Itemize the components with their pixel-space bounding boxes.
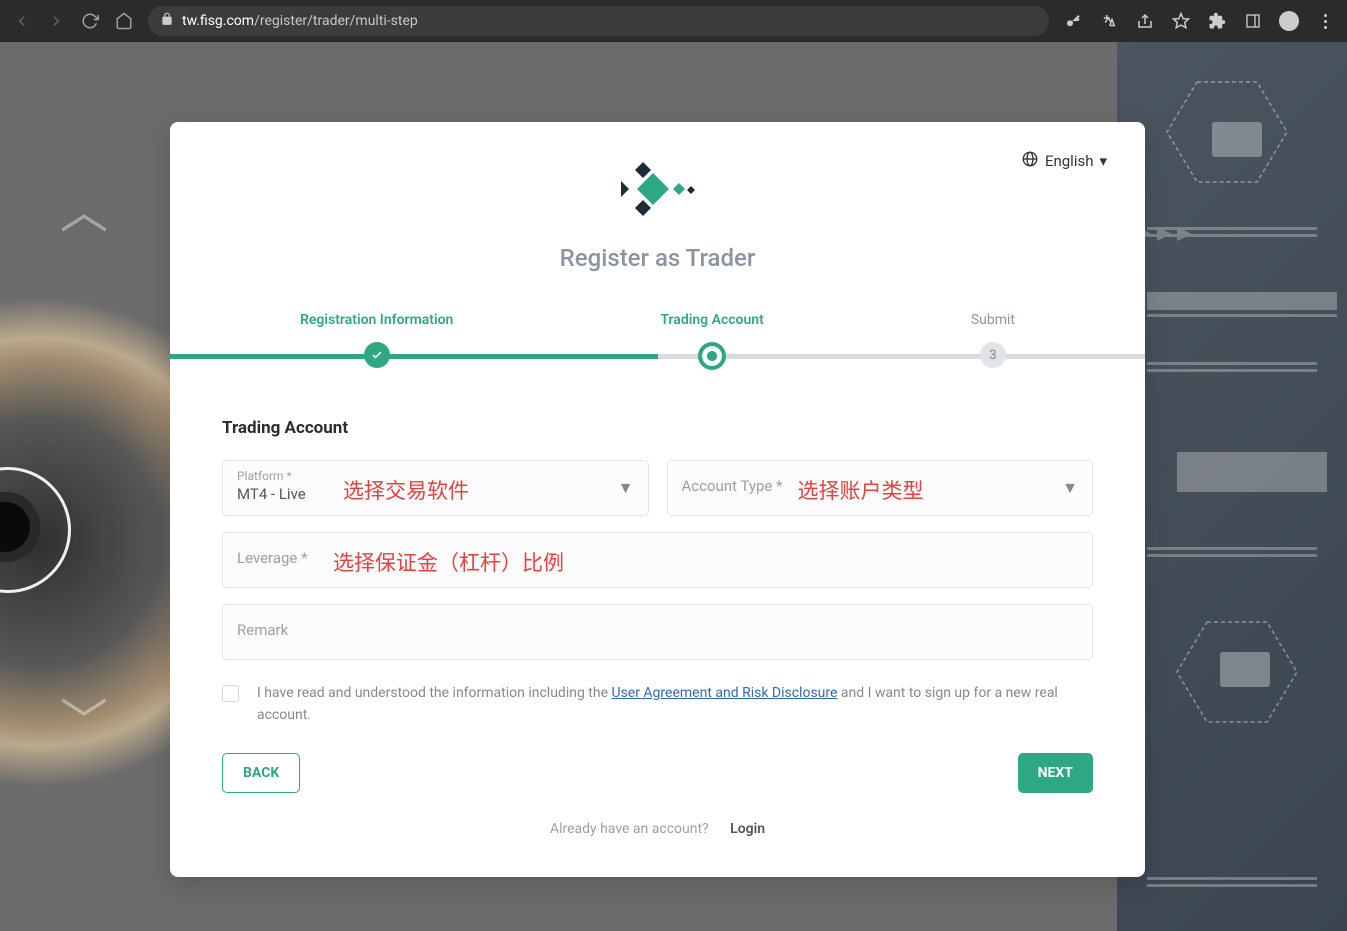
url-path: /register/trader/multi-step [254,13,418,29]
url-host: tw.fisg.com [182,13,254,29]
window-icon[interactable] [1243,11,1263,31]
remark-input[interactable]: Remark [222,604,1093,660]
lock-icon [160,12,174,30]
forward-icon[interactable] [46,11,66,31]
menu-icon[interactable] [1315,11,1335,31]
brand-logo [222,158,1093,220]
step-3-circle: 3 [980,342,1006,368]
stepper: Registration Information Trading Account… [170,312,1145,370]
step-3-label: Submit [971,312,1015,332]
platform-value: MT4 - Live [237,485,634,503]
platform-label: Platform * [237,469,634,483]
footer: Already have an account? Login [222,821,1093,837]
back-icon[interactable] [12,11,32,31]
footer-prompt: Already have an account? [550,821,709,837]
step-1-circle [364,342,390,368]
star-icon[interactable] [1171,11,1191,31]
leverage-select[interactable]: Leverage * 选择保证金（杠杆）比例 [222,532,1093,588]
caret-down-icon: ▼ [1062,478,1078,498]
consent-checkbox[interactable] [222,685,239,702]
address-bar[interactable]: tw.fisg.com/register/trader/multi-step [148,6,1049,36]
step-2-label: Trading Account [660,312,763,332]
section-title: Trading Account [222,418,1093,438]
profile-avatar[interactable] [1279,11,1299,31]
caret-down-icon: ▾ [1099,152,1107,170]
extensions-icon[interactable] [1207,11,1227,31]
back-button[interactable]: BACK [222,753,300,793]
browser-right-icons [1063,11,1335,31]
consent-text: I have read and understood the informati… [257,682,1093,727]
platform-select[interactable]: Platform * MT4 - Live ▼ 选择交易软件 [222,460,649,516]
consent-row: I have read and understood the informati… [222,682,1093,727]
login-link[interactable]: Login [730,821,765,837]
agreement-link[interactable]: User Agreement and Risk Disclosure [611,685,837,701]
browser-toolbar: tw.fisg.com/register/trader/multi-step [0,0,1347,42]
page-background: ︿ ﹀ [0,42,1347,931]
translate-icon[interactable] [1099,11,1119,31]
caret-down-icon: ▼ [618,478,634,498]
share-icon[interactable] [1135,11,1155,31]
bg-chevron-down-icon: ﹀ [60,682,108,752]
bg-right-panel [1117,42,1347,931]
language-label: English [1045,152,1094,170]
key-icon[interactable] [1063,11,1083,31]
globe-icon [1021,150,1039,172]
step-1: Registration Information [300,312,453,370]
home-icon[interactable] [114,11,134,31]
reload-icon[interactable] [80,11,100,31]
step-1-label: Registration Information [300,312,453,332]
account-type-select[interactable]: Account Type * ▼ 选择账户类型 [667,460,1094,516]
language-selector[interactable]: English ▾ [1021,150,1107,172]
register-card: English ▾ Register as Trader Registratio [170,122,1145,877]
bg-chevron-up-icon: ︿ [60,172,108,242]
next-button[interactable]: NEXT [1018,753,1093,793]
leverage-label: Leverage * [237,541,1078,567]
step-3: Submit 3 [971,312,1015,370]
step-2-circle [698,342,726,370]
remark-label: Remark [237,621,288,639]
step-2: Trading Account [660,312,763,370]
account-type-label: Account Type * [682,469,1079,495]
page-title: Register as Trader [222,244,1093,272]
